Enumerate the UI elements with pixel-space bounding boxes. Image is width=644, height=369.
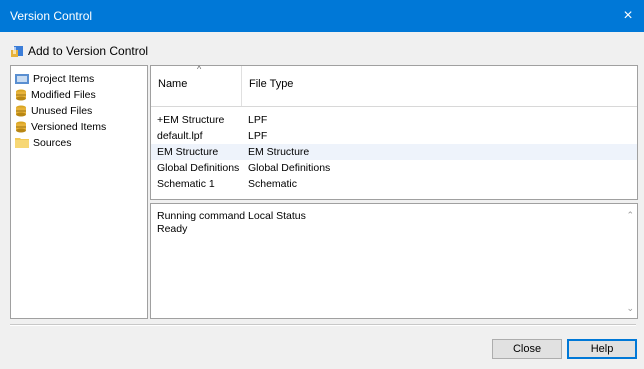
tree-item-label: Sources (33, 136, 72, 149)
window-title: Version Control (10, 9, 93, 23)
database-icon (16, 121, 26, 132)
close-button[interactable]: Close (492, 339, 562, 359)
log-line: Running command Local Status (157, 210, 306, 222)
scroll-up-icon[interactable]: ⌃ (626, 210, 634, 221)
category-tree[interactable]: Project Items Modified Files Unused File… (10, 65, 148, 319)
table-row[interactable]: +EM Structure LPF (151, 112, 637, 128)
column-header-label: Name (158, 78, 188, 90)
status-log[interactable]: Running command Local Status Ready ⌃ ⌄ (150, 203, 638, 319)
add-to-vc-icon (11, 46, 23, 57)
cell-file-type: Schematic (248, 178, 298, 190)
table-row[interactable]: default.lpf LPF (151, 128, 637, 144)
cell-file-type: Global Definitions (248, 162, 331, 174)
files-table[interactable]: Name ^ File Type +EM Structure LPF defau… (150, 64, 638, 200)
column-header-file-type[interactable]: File Type (242, 66, 637, 106)
cell-name: Global Definitions (157, 162, 240, 174)
table-header: Name ^ File Type (151, 64, 637, 107)
cell-file-type: LPF (248, 114, 268, 126)
database-icon (16, 89, 26, 100)
database-icon (16, 105, 26, 116)
title-bar: Version Control × (0, 0, 644, 32)
cell-name: default.lpf (157, 130, 203, 142)
tree-item-unused-files[interactable]: Unused Files (11, 103, 147, 118)
tree-item-sources[interactable]: Sources (11, 135, 147, 150)
tree-item-label: Versioned Items (31, 120, 107, 133)
help-button[interactable]: Help (567, 339, 637, 359)
tree-item-project-items[interactable]: Project Items (11, 71, 147, 86)
column-header-name[interactable]: Name ^ (151, 64, 242, 106)
add-to-version-control-button[interactable]: Add to Version Control (10, 42, 148, 60)
cell-name: EM Structure (157, 146, 219, 158)
tree-item-versioned-items[interactable]: Versioned Items (11, 119, 147, 134)
column-header-label: File Type (249, 78, 294, 90)
cell-name: Schematic 1 (157, 178, 215, 190)
tree-item-label: Project Items (33, 72, 95, 85)
table-row-selected[interactable]: EM Structure EM Structure (151, 144, 637, 160)
project-items-icon (15, 73, 29, 84)
folder-icon (15, 138, 29, 148)
add-to-version-control-label: Add to Version Control (28, 44, 149, 58)
scroll-down-icon[interactable]: ⌄ (626, 303, 634, 314)
log-scrollbar[interactable]: ⌃ ⌄ (623, 204, 637, 318)
cell-file-type: LPF (248, 130, 268, 142)
sort-ascending-icon: ^ (197, 64, 202, 74)
tree-item-label: Unused Files (31, 104, 93, 117)
table-row[interactable]: Global Definitions Global Definitions (151, 160, 637, 176)
tree-item-modified-files[interactable]: Modified Files (11, 87, 147, 102)
tree-item-label: Modified Files (31, 88, 96, 101)
cell-name: +EM Structure (157, 114, 225, 126)
cell-file-type: EM Structure (248, 146, 310, 158)
table-row[interactable]: Schematic 1 Schematic (151, 176, 637, 192)
log-line: Ready (157, 223, 188, 235)
close-icon[interactable]: × (612, 0, 644, 32)
divider (10, 324, 636, 326)
